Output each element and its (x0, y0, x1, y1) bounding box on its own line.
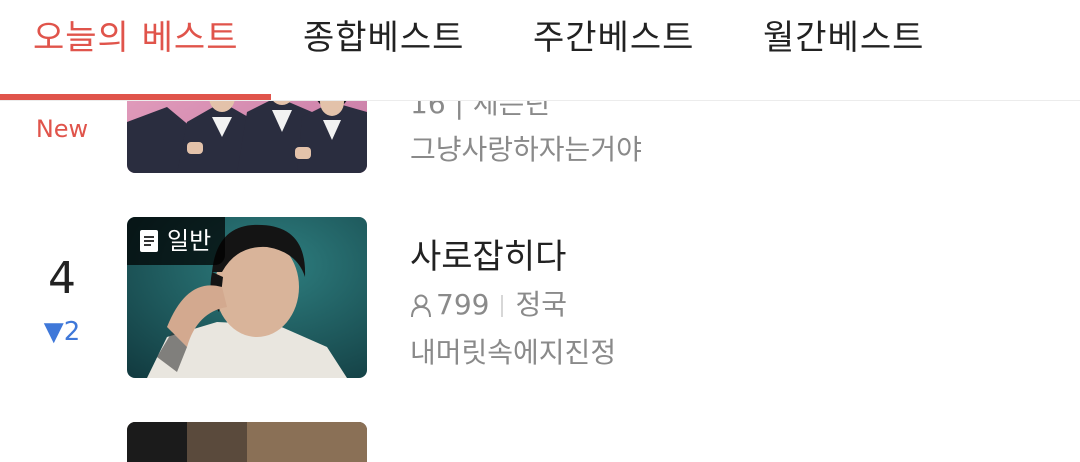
active-tab-indicator (0, 94, 271, 100)
item-thumbnail[interactable] (127, 422, 367, 462)
item-title[interactable]: 사로잡히다 (410, 229, 566, 278)
tab-today-best[interactable]: 오늘의 베스트 (33, 16, 239, 60)
new-badge: New (35, 115, 89, 143)
document-icon (140, 230, 158, 252)
item-thumbnail[interactable]: 일반 (127, 217, 367, 378)
tab-overall-best[interactable]: 종합베스트 (303, 16, 464, 60)
person-icon (411, 294, 431, 318)
author-name[interactable]: 정국 (515, 288, 567, 321)
item-subtitle: 내머릿속에지진정 (410, 336, 617, 369)
post-type-label: 일반 (167, 227, 212, 255)
meta-divider (501, 295, 504, 317)
tab-bar: 오늘의 베스트 종합베스트 주간베스트 월간베스트 (0, 0, 1080, 101)
rank-change: ▼2 (43, 317, 81, 347)
list-item[interactable]: 4 ▼2 일반 사로잡히다 799 정국 내머릿속에지진정 (0, 205, 1080, 395)
item-meta: 799 정국 (410, 283, 567, 323)
tab-weekly-best[interactable]: 주간베스트 (533, 16, 694, 60)
post-type-badge: 일반 (127, 217, 226, 265)
reader-count: 799 (436, 288, 490, 321)
item-subtitle: 그냥사랑하자는거야 (410, 133, 642, 166)
list-item[interactable] (0, 420, 1080, 462)
partial-thumbnail (127, 422, 367, 462)
tab-monthly-best[interactable]: 월간베스트 (763, 16, 924, 60)
rank-number: 4 (48, 253, 76, 304)
